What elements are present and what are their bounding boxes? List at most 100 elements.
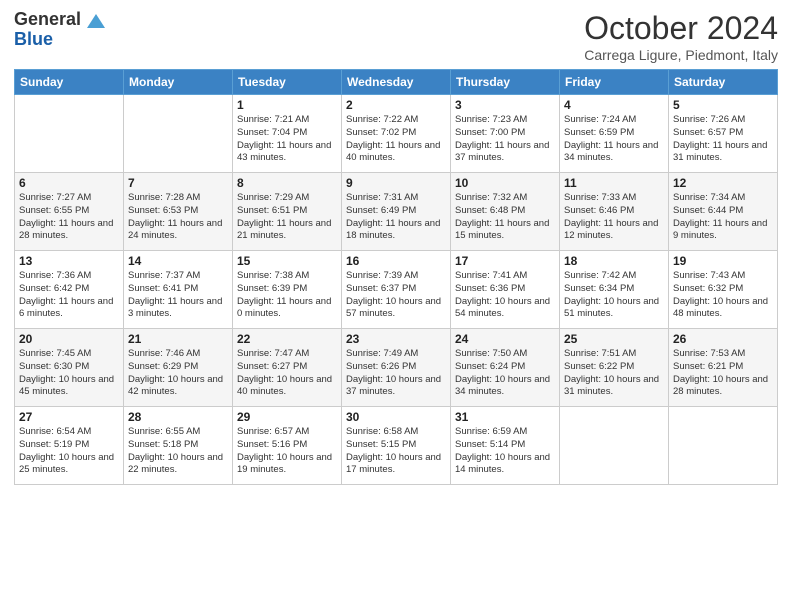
logo-general-text: General <box>14 9 81 29</box>
day-info: Sunrise: 7:53 AM Sunset: 6:21 PM Dayligh… <box>673 348 773 399</box>
day-number: 14 <box>128 254 228 268</box>
day-number: 15 <box>237 254 337 268</box>
header-friday: Friday <box>560 70 669 95</box>
table-cell: 13 Sunrise: 7:36 AM Sunset: 6:42 PM Dayli… <box>15 251 124 329</box>
table-cell <box>560 407 669 485</box>
weekday-header-row: Sunday Monday Tuesday Wednesday Thursday… <box>15 70 778 95</box>
day-info: Sunrise: 7:50 AM Sunset: 6:24 PM Dayligh… <box>455 348 555 399</box>
logo-top: General <box>14 10 105 30</box>
header-wednesday: Wednesday <box>342 70 451 95</box>
week-row-1: 6 Sunrise: 7:27 AM Sunset: 6:55 PM Daylig… <box>15 173 778 251</box>
title-area: October 2024 Carrega Ligure, Piedmont, I… <box>584 10 778 63</box>
day-info: Sunrise: 7:33 AM Sunset: 6:46 PM Dayligh… <box>564 192 664 243</box>
day-number: 21 <box>128 332 228 346</box>
table-cell: 1 Sunrise: 7:21 AM Sunset: 7:04 PM Daylig… <box>233 95 342 173</box>
day-info: Sunrise: 7:36 AM Sunset: 6:42 PM Dayligh… <box>19 270 119 321</box>
table-cell <box>124 95 233 173</box>
day-number: 16 <box>346 254 446 268</box>
table-cell <box>669 407 778 485</box>
day-number: 6 <box>19 176 119 190</box>
day-info: Sunrise: 7:45 AM Sunset: 6:30 PM Dayligh… <box>19 348 119 399</box>
table-cell <box>15 95 124 173</box>
day-number: 27 <box>19 410 119 424</box>
day-info: Sunrise: 7:51 AM Sunset: 6:22 PM Dayligh… <box>564 348 664 399</box>
day-info: Sunrise: 7:21 AM Sunset: 7:04 PM Dayligh… <box>237 114 337 165</box>
header-thursday: Thursday <box>451 70 560 95</box>
table-cell: 2 Sunrise: 7:22 AM Sunset: 7:02 PM Daylig… <box>342 95 451 173</box>
day-info: Sunrise: 7:27 AM Sunset: 6:55 PM Dayligh… <box>19 192 119 243</box>
table-cell: 6 Sunrise: 7:27 AM Sunset: 6:55 PM Daylig… <box>15 173 124 251</box>
day-number: 29 <box>237 410 337 424</box>
day-info: Sunrise: 7:22 AM Sunset: 7:02 PM Dayligh… <box>346 114 446 165</box>
table-cell: 7Sunrise: 7:28 AM Sunset: 6:53 PM Daylig… <box>124 173 233 251</box>
day-info: Sunrise: 7:23 AM Sunset: 7:00 PM Dayligh… <box>455 114 555 165</box>
day-info: Sunrise: 7:31 AM Sunset: 6:49 PM Dayligh… <box>346 192 446 243</box>
day-number: 4 <box>564 98 664 112</box>
table-cell: 27 Sunrise: 6:54 AM Sunset: 5:19 PM Dayli… <box>15 407 124 485</box>
day-number: 22 <box>237 332 337 346</box>
day-number: 20 <box>19 332 119 346</box>
location-title: Carrega Ligure, Piedmont, Italy <box>584 47 778 63</box>
table-cell: 30Sunrise: 6:58 AM Sunset: 5:15 PM Dayli… <box>342 407 451 485</box>
day-info: Sunrise: 7:46 AM Sunset: 6:29 PM Dayligh… <box>128 348 228 399</box>
table-cell: 10 Sunrise: 7:32 AM Sunset: 6:48 PM Dayli… <box>451 173 560 251</box>
page-container: General Blue October 2024 Carrega Ligure… <box>0 0 792 495</box>
month-title: October 2024 <box>584 10 778 47</box>
table-cell: 5 Sunrise: 7:26 AM Sunset: 6:57 PM Daylig… <box>669 95 778 173</box>
day-info: Sunrise: 7:47 AM Sunset: 6:27 PM Dayligh… <box>237 348 337 399</box>
day-info: Sunrise: 7:37 AM Sunset: 6:41 PM Dayligh… <box>128 270 228 321</box>
day-number: 1 <box>237 98 337 112</box>
day-number: 17 <box>455 254 555 268</box>
day-number: 18 <box>564 254 664 268</box>
table-cell: 28 Sunrise: 6:55 AM Sunset: 5:18 PM Dayli… <box>124 407 233 485</box>
header: General Blue October 2024 Carrega Ligure… <box>14 10 778 63</box>
header-tuesday: Tuesday <box>233 70 342 95</box>
day-number: 2 <box>346 98 446 112</box>
week-row-2: 13 Sunrise: 7:36 AM Sunset: 6:42 PM Dayli… <box>15 251 778 329</box>
day-number: 10 <box>455 176 555 190</box>
day-number: 8 <box>237 176 337 190</box>
table-cell: 17 Sunrise: 7:41 AM Sunset: 6:36 PM Dayli… <box>451 251 560 329</box>
week-row-4: 27 Sunrise: 6:54 AM Sunset: 5:19 PM Dayli… <box>15 407 778 485</box>
logo-triangle-icon <box>87 14 105 28</box>
table-cell: 9 Sunrise: 7:31 AM Sunset: 6:49 PM Daylig… <box>342 173 451 251</box>
day-info: Sunrise: 7:42 AM Sunset: 6:34 PM Dayligh… <box>564 270 664 321</box>
day-number: 30 <box>346 410 446 424</box>
table-cell: 18 Sunrise: 7:42 AM Sunset: 6:34 PM Dayli… <box>560 251 669 329</box>
day-info: Sunrise: 7:41 AM Sunset: 6:36 PM Dayligh… <box>455 270 555 321</box>
day-info: Sunrise: 7:26 AM Sunset: 6:57 PM Dayligh… <box>673 114 773 165</box>
table-cell: 23Sunrise: 7:49 AM Sunset: 6:26 PM Dayli… <box>342 329 451 407</box>
logo-blue-text: Blue <box>14 29 53 49</box>
day-number: 5 <box>673 98 773 112</box>
table-cell: 29Sunrise: 6:57 AM Sunset: 5:16 PM Dayli… <box>233 407 342 485</box>
day-number: 3 <box>455 98 555 112</box>
day-info: Sunrise: 6:54 AM Sunset: 5:19 PM Dayligh… <box>19 426 119 477</box>
table-cell: 8 Sunrise: 7:29 AM Sunset: 6:51 PM Daylig… <box>233 173 342 251</box>
table-cell: 11 Sunrise: 7:33 AM Sunset: 6:46 PM Dayli… <box>560 173 669 251</box>
table-cell: 15 Sunrise: 7:38 AM Sunset: 6:39 PM Dayli… <box>233 251 342 329</box>
day-number: 11 <box>564 176 664 190</box>
day-info: Sunrise: 7:24 AM Sunset: 6:59 PM Dayligh… <box>564 114 664 165</box>
day-info: Sunrise: 7:32 AM Sunset: 6:48 PM Dayligh… <box>455 192 555 243</box>
table-cell: 31Sunrise: 6:59 AM Sunset: 5:14 PM Dayli… <box>451 407 560 485</box>
table-cell: 21 Sunrise: 7:46 AM Sunset: 6:29 PM Dayli… <box>124 329 233 407</box>
logo: General Blue <box>14 10 105 50</box>
day-number: 19 <box>673 254 773 268</box>
day-number: 9 <box>346 176 446 190</box>
table-cell: 4 Sunrise: 7:24 AM Sunset: 6:59 PM Daylig… <box>560 95 669 173</box>
day-number: 24 <box>455 332 555 346</box>
table-cell: 3 Sunrise: 7:23 AM Sunset: 7:00 PM Daylig… <box>451 95 560 173</box>
day-number: 25 <box>564 332 664 346</box>
day-number: 12 <box>673 176 773 190</box>
day-info: Sunrise: 7:49 AM Sunset: 6:26 PM Dayligh… <box>346 348 446 399</box>
day-number: 13 <box>19 254 119 268</box>
day-info: Sunrise: 7:38 AM Sunset: 6:39 PM Dayligh… <box>237 270 337 321</box>
day-info: Sunrise: 7:39 AM Sunset: 6:37 PM Dayligh… <box>346 270 446 321</box>
day-number: 28 <box>128 410 228 424</box>
table-cell: 19Sunrise: 7:43 AM Sunset: 6:32 PM Dayli… <box>669 251 778 329</box>
day-info: Sunrise: 6:55 AM Sunset: 5:18 PM Dayligh… <box>128 426 228 477</box>
day-info: Sunrise: 7:29 AM Sunset: 6:51 PM Dayligh… <box>237 192 337 243</box>
calendar-table: Sunday Monday Tuesday Wednesday Thursday… <box>14 69 778 485</box>
day-info: Sunrise: 7:28 AM Sunset: 6:53 PM Dayligh… <box>128 192 228 243</box>
day-info: Sunrise: 7:34 AM Sunset: 6:44 PM Dayligh… <box>673 192 773 243</box>
